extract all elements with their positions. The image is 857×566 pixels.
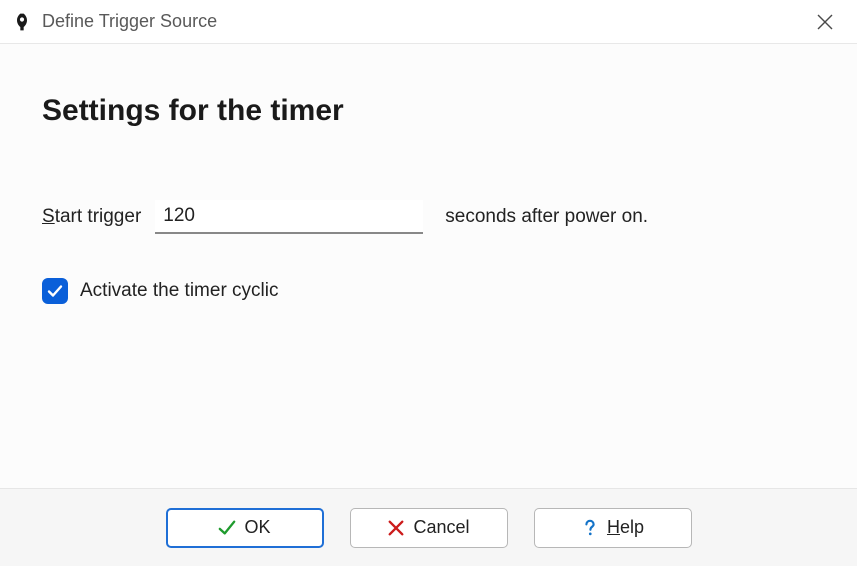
cyclic-checkbox-row: Activate the timer cyclic xyxy=(42,278,815,304)
checkmark-icon xyxy=(47,283,63,299)
cancel-button[interactable]: Cancel xyxy=(350,508,508,548)
app-icon xyxy=(12,12,32,32)
cancel-button-label: Cancel xyxy=(413,517,469,538)
titlebar: Define Trigger Source xyxy=(0,0,857,44)
ok-button-label: OK xyxy=(244,517,270,538)
help-button[interactable]: Help xyxy=(534,508,692,548)
window-title: Define Trigger Source xyxy=(42,11,805,32)
cyclic-checkbox-label: Activate the timer cyclic xyxy=(80,280,279,302)
dialog-footer: OK Cancel Help xyxy=(0,488,857,566)
ok-button[interactable]: OK xyxy=(166,508,324,548)
start-trigger-row: Start trigger seconds after power on. xyxy=(42,200,815,234)
help-button-label: Help xyxy=(607,517,644,538)
page-title: Settings for the timer xyxy=(42,94,815,128)
close-icon xyxy=(817,14,833,30)
start-trigger-label: Start trigger xyxy=(42,206,141,228)
dialog-content: Settings for the timer Start trigger sec… xyxy=(0,44,857,488)
after-power-on-label: seconds after power on. xyxy=(445,206,648,228)
x-icon xyxy=(387,519,405,537)
cyclic-checkbox[interactable] xyxy=(42,278,68,304)
question-icon xyxy=(581,519,599,537)
close-button[interactable] xyxy=(805,2,845,42)
check-icon xyxy=(218,519,236,537)
seconds-input[interactable] xyxy=(155,200,423,234)
